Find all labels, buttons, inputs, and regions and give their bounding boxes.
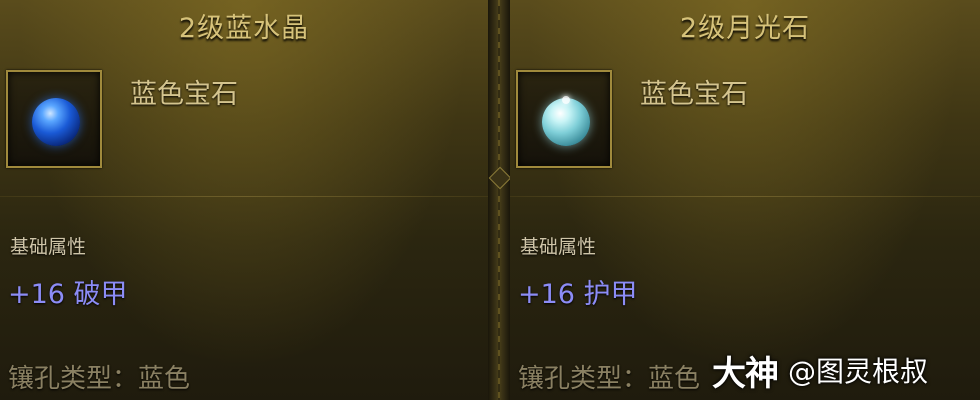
- gem-icon-frame: [516, 70, 612, 168]
- item-tooltip-right: 2级月光石 蓝色宝石 基础属性 +16 护甲 镶孔类型：蓝色: [510, 0, 980, 400]
- gem-type-label: 蓝色宝石: [130, 79, 238, 110]
- socket-type: 镶孔类型：蓝色: [8, 364, 191, 394]
- gem-type-label: 蓝色宝石: [640, 79, 748, 110]
- section-divider: [0, 196, 488, 197]
- attribute-value: +16 护甲: [518, 279, 638, 310]
- item-tooltip-left: 2级蓝水晶 蓝色宝石 基础属性 +16 破甲 镶孔类型：蓝色: [0, 0, 488, 400]
- item-title: 2级蓝水晶: [178, 13, 310, 44]
- item-title: 2级月光石: [679, 13, 811, 44]
- base-attributes-heading: 基础属性: [10, 236, 87, 258]
- sparkle-icon: [562, 96, 570, 104]
- gem-icon-frame: [6, 70, 102, 168]
- attribute-value: +16 破甲: [8, 279, 128, 310]
- moonstone-gem-icon: [542, 98, 590, 146]
- watermark-logo: 大神: [712, 353, 779, 394]
- panel-divider: [488, 0, 512, 400]
- blue-crystal-gem-icon: [32, 98, 80, 146]
- base-attributes-heading: 基础属性: [520, 236, 597, 258]
- socket-type: 镶孔类型：蓝色: [518, 364, 701, 394]
- divider-ornament: [488, 166, 512, 190]
- watermark: 大神 @图灵根叔: [712, 345, 928, 395]
- watermark-handle: @图灵根叔: [788, 355, 929, 388]
- section-divider: [510, 196, 980, 197]
